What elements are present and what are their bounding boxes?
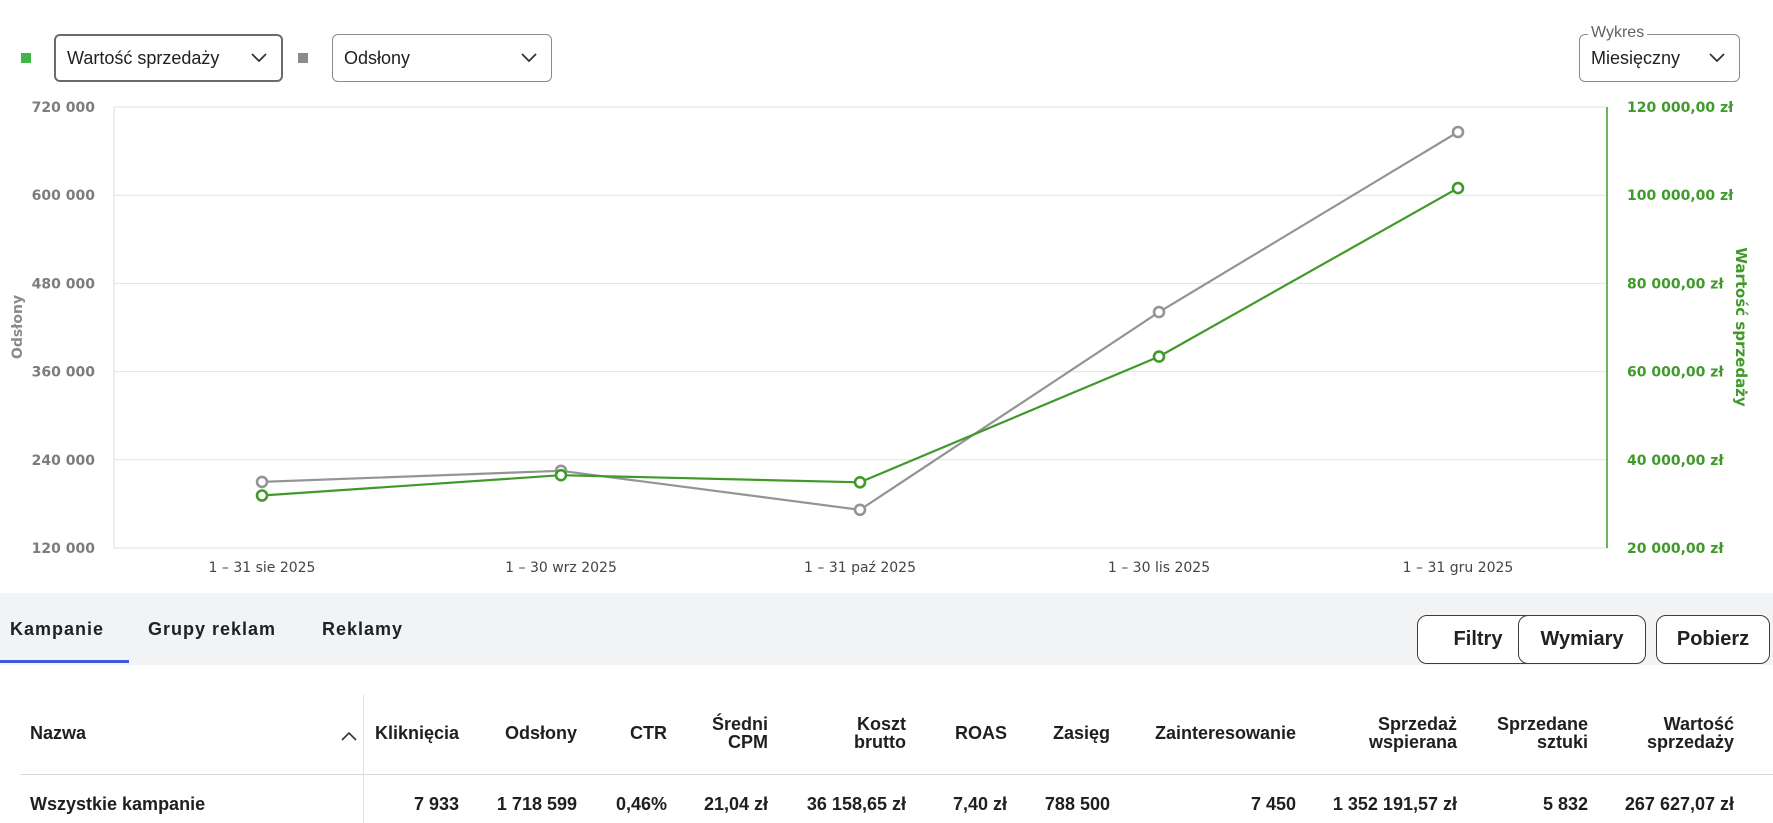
impressions-series-line	[261, 131, 1459, 511]
chart-panel: Wartość sprzedaży Odsłony Wykres Miesięc…	[0, 0, 1773, 593]
chart-period-legend: Wykres	[1588, 24, 1648, 42]
x-tick-label: 1 – 31 paź 2025	[804, 560, 916, 576]
header-interest[interactable]: Zainteresowanie	[1155, 723, 1296, 743]
y-right-tick-label: 20 000,00 zł	[1627, 541, 1724, 557]
x-tick-label: 1 – 31 gru 2025	[1403, 560, 1514, 576]
y-left-tick-label: 240 000	[32, 453, 96, 469]
chevron-down-icon	[521, 53, 537, 63]
impressions-point	[1451, 125, 1465, 139]
impressions-point	[255, 475, 269, 489]
tab-ad-groups[interactable]: Grupy reklam	[148, 593, 276, 665]
y-right-axis-title: Wartość sprzedaży	[1732, 247, 1750, 407]
tab-campaigns[interactable]: Kampanie	[0, 593, 129, 665]
secondary-series-swatch	[298, 53, 308, 63]
impressions-point	[1152, 305, 1166, 319]
chart-period-select[interactable]: Wykres Miesięczny	[1579, 24, 1740, 82]
header-cpm-line2[interactable]: CPM	[728, 732, 768, 752]
cell-reach: 788 500	[1044, 794, 1110, 814]
y-left-tick-label: 480 000	[32, 276, 96, 292]
secondary-metric-select[interactable]: Odsłony	[332, 34, 552, 82]
header-value-line2[interactable]: sprzedaży	[1647, 732, 1734, 752]
x-tick-label: 1 – 30 lis 2025	[1108, 560, 1210, 576]
cell-assisted: 1 352 191,57 zł	[1332, 794, 1457, 814]
dimensions-button[interactable]: Wymiary	[1518, 615, 1646, 664]
sales-value-point	[1152, 350, 1166, 363]
y-right-tick-label: 120 000,00 zł	[1627, 100, 1734, 116]
sales-value-point	[554, 468, 568, 482]
y-left-tick-label: 360 000	[32, 365, 96, 381]
column-divider	[363, 695, 364, 823]
report-tabs-bar: Kampanie Grupy reklam Reklamy Filtry Wym…	[0, 593, 1773, 665]
header-assisted-line1[interactable]: Sprzedaż	[1378, 714, 1457, 734]
chart-period-value: Miesięczny	[1591, 47, 1681, 68]
header-cost-line1[interactable]: Koszt	[857, 714, 906, 734]
x-tick-label: 1 – 30 wrz 2025	[505, 560, 617, 576]
cell-impressions: 1 718 599	[496, 794, 577, 814]
y-left-tick-label: 600 000	[32, 188, 96, 204]
y-left-tick-label: 720 000	[32, 100, 96, 116]
secondary-metric-value: Odsłony	[344, 47, 411, 68]
chevron-down-icon	[1709, 53, 1725, 63]
y-right-tick-label: 40 000,00 zł	[1627, 453, 1724, 469]
download-button[interactable]: Pobierz	[1656, 615, 1770, 664]
campaigns-table: Nazwa Kliknięcia Odsłony CTR Średni CPM …	[0, 665, 1773, 823]
impressions-point	[853, 503, 867, 517]
tab-label: Reklamy	[322, 618, 404, 639]
header-ctr[interactable]: CTR	[630, 723, 667, 743]
sales-value-point	[853, 475, 867, 489]
sales-value-point	[255, 489, 269, 502]
tab-label: Kampanie	[10, 618, 105, 639]
cell-roas: 7,40 zł	[952, 794, 1007, 814]
header-impressions[interactable]: Odsłony	[505, 723, 577, 743]
y-right-tick-label: 100 000,00 zł	[1627, 188, 1734, 204]
cell-ctr: 0,46%	[615, 794, 667, 814]
header-clicks[interactable]: Kliknięcia	[375, 723, 459, 743]
header-cost-line2[interactable]: brutto	[854, 732, 906, 752]
y-left-tick-label: 120 000	[32, 541, 96, 557]
line-chart: 720 000 120 000,00 zł 600 000 100 000,00 zł…	[10, 100, 1750, 576]
header-divider	[20, 774, 1773, 775]
cell-units: 5 832	[1542, 794, 1588, 814]
primary-metric-select[interactable]: Wartość sprzedaży	[54, 34, 283, 82]
chevron-down-icon	[251, 53, 267, 63]
header-roas[interactable]: ROAS	[955, 723, 1007, 743]
tab-label: Grupy reklam	[148, 618, 277, 639]
header-value-line1[interactable]: Wartość	[1664, 714, 1734, 734]
cell-cpm: 21,04 zł	[703, 794, 768, 814]
y-right-tick-label: 80 000,00 zł	[1627, 276, 1724, 292]
primary-metric-value: Wartość sprzedaży	[67, 47, 220, 68]
y-right-tick-label: 60 000,00 zł	[1627, 365, 1724, 381]
cell-cost: 36 158,65 zł	[806, 794, 906, 814]
cell-name: Wszystkie kampanie	[30, 794, 206, 814]
header-name[interactable]: Nazwa	[30, 723, 86, 743]
sales-value-series-line	[261, 187, 1459, 497]
cell-interest: 7 450	[1250, 794, 1296, 814]
header-assisted-line2[interactable]: wspierana	[1369, 732, 1457, 752]
header-cpm-line1[interactable]: Średni	[712, 714, 768, 734]
sort-ascending-icon[interactable]	[341, 728, 357, 741]
x-tick-label: 1 – 31 sie 2025	[209, 560, 316, 576]
tab-ads[interactable]: Reklamy	[322, 593, 403, 665]
y-left-axis-title: Odsłony	[10, 295, 26, 359]
header-reach[interactable]: Zasięg	[1053, 723, 1110, 743]
cell-value: 267 627,07 zł	[1624, 794, 1734, 814]
header-units-line2[interactable]: sztuki	[1537, 732, 1588, 752]
sales-value-point	[1451, 181, 1465, 195]
header-units-line1[interactable]: Sprzedane	[1497, 714, 1588, 734]
cell-clicks: 7 933	[413, 794, 459, 814]
primary-series-swatch	[21, 53, 31, 63]
